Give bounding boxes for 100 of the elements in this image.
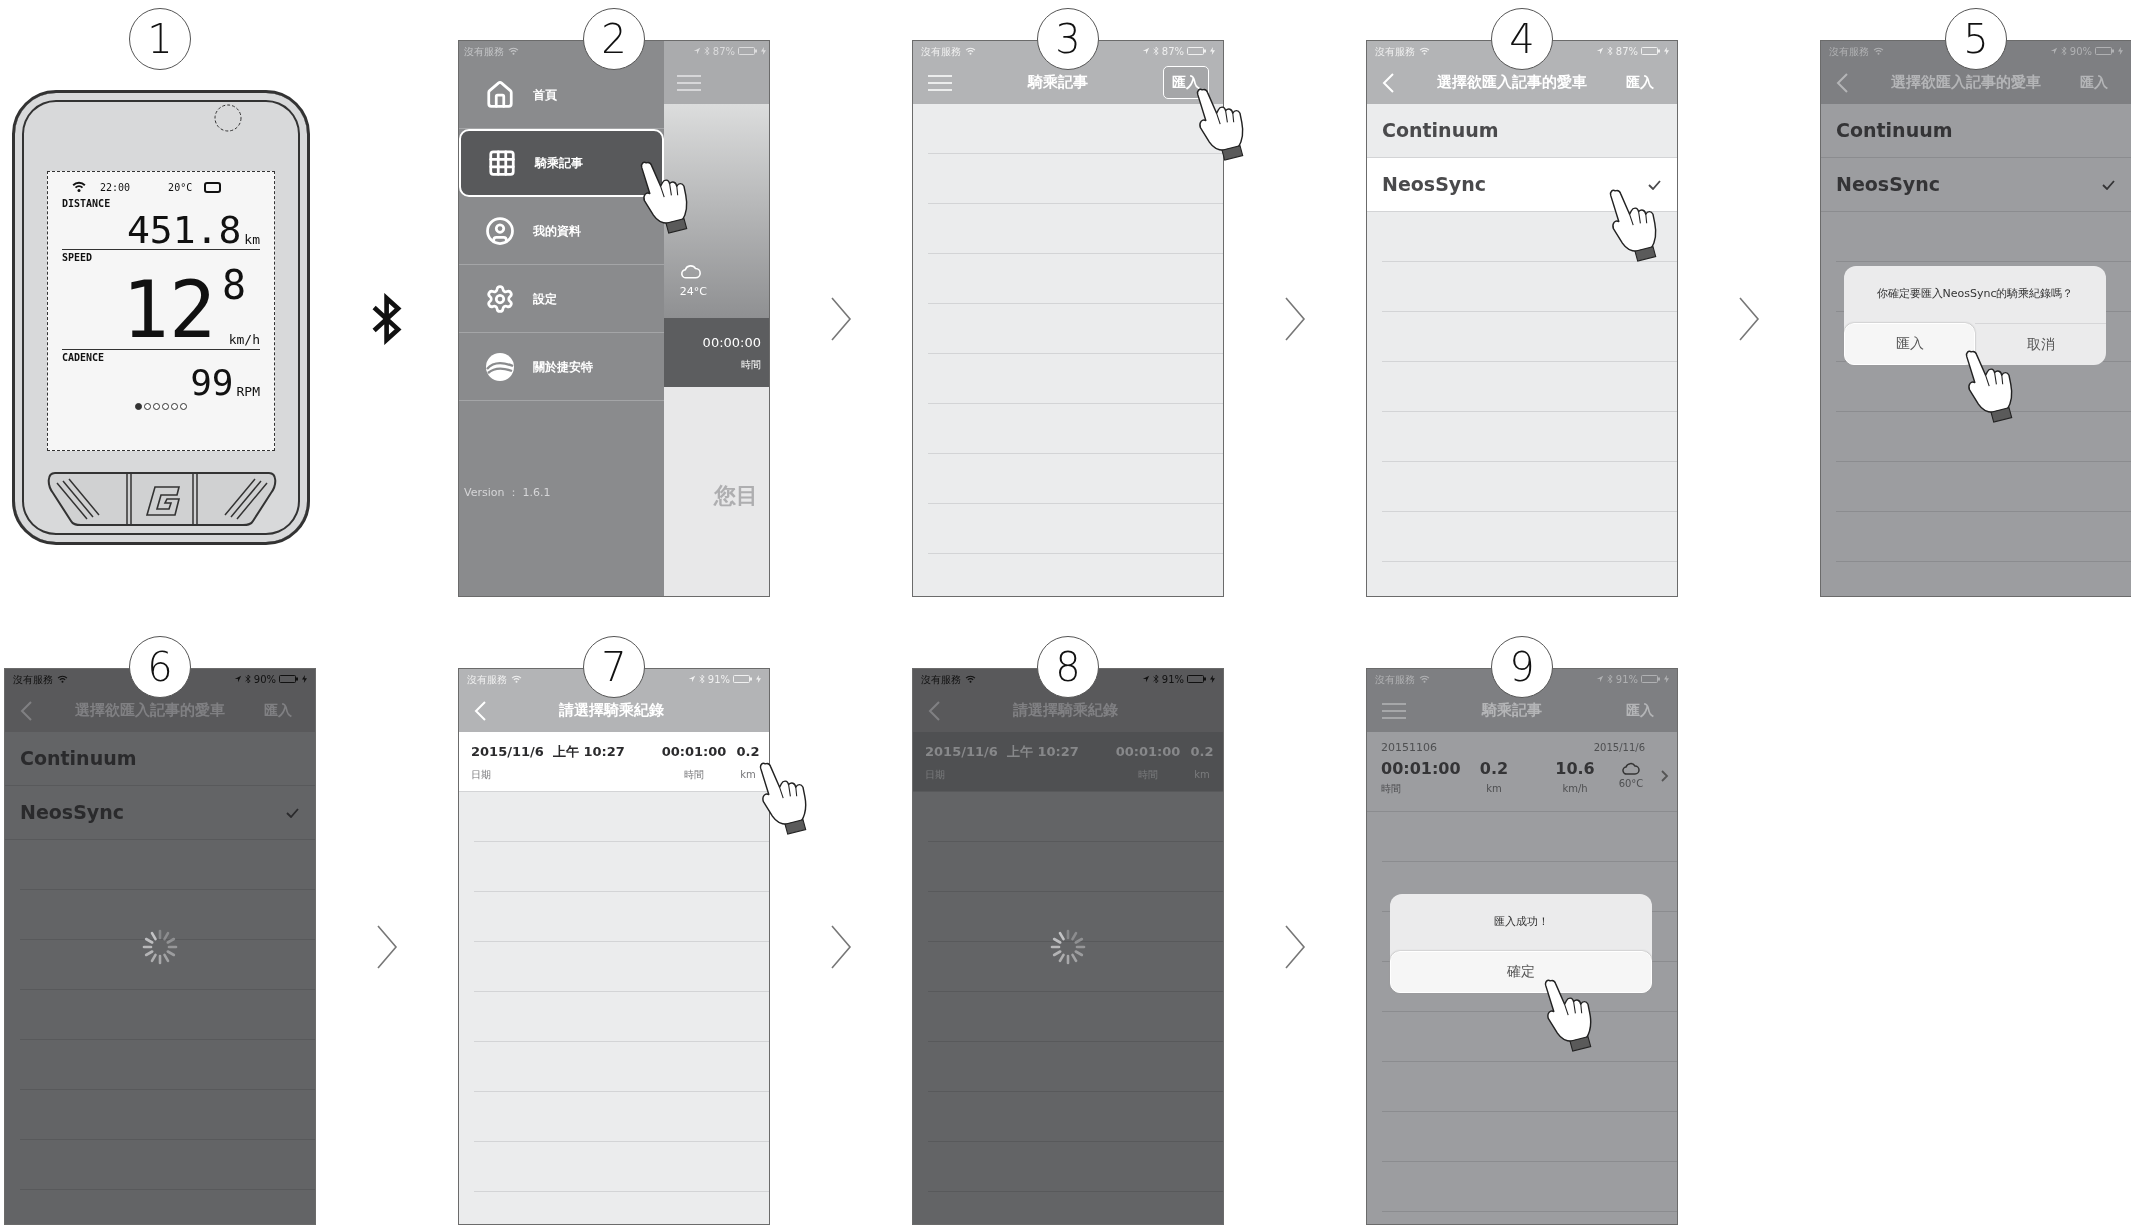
weather-temperature: 24°C — [679, 283, 707, 300]
speed-unit: km/h — [1562, 781, 1588, 796]
dialog-message: 你確定要匯入NeosSync的騎乘紀錄嗎？ — [1875, 286, 2075, 302]
speed-unit: km/h — [228, 330, 260, 349]
record-date: 2015/11/6 上午 10:27 — [471, 743, 625, 761]
import-button[interactable]: 匯入 — [1163, 66, 1209, 99]
wifi-icon — [511, 675, 522, 683]
battery-icon — [738, 47, 758, 55]
back-icon[interactable] — [1835, 71, 1849, 94]
menu-item[interactable]: 設定 — [459, 265, 664, 333]
carrier-text: 沒有服務 — [921, 672, 961, 687]
menu-item[interactable]: 關於捷安特 — [459, 333, 664, 401]
menu-icon[interactable] — [1381, 701, 1407, 720]
cloud-icon — [1622, 761, 1640, 776]
location-icon — [687, 675, 696, 683]
option-row[interactable]: NeosSync — [1821, 158, 2131, 212]
cadence-label: CADENCE — [62, 351, 106, 365]
bluetooth-icon — [1152, 46, 1159, 56]
menu-item-icon — [487, 148, 517, 178]
cadence-value: 99 — [190, 365, 234, 401]
charging-icon — [2118, 47, 2123, 55]
bluetooth-icon — [244, 674, 251, 684]
date-label: 日期 — [471, 767, 491, 782]
wifi-icon — [72, 181, 86, 193]
location-icon — [233, 675, 242, 683]
location-icon — [1141, 675, 1150, 683]
chevron-right-icon[interactable] — [1661, 770, 1669, 782]
charging-icon — [1664, 47, 1669, 55]
charging-icon — [302, 675, 307, 683]
record-distance: 0.2 — [1190, 743, 1214, 761]
option-row[interactable]: NeosSync — [5, 786, 315, 840]
charging-icon — [1210, 675, 1215, 683]
speed-label: SPEED — [62, 251, 94, 265]
step-number: 2 — [583, 8, 645, 70]
wifi-icon — [1873, 47, 1884, 55]
dialog-button[interactable]: 確定 — [1390, 950, 1652, 993]
record-duration: 00:01:00 — [661, 743, 727, 761]
step-number: 6 — [129, 636, 191, 698]
status-message: 您目 — [713, 483, 758, 508]
option-row[interactable]: Continuum — [1821, 104, 2131, 158]
charging-icon — [761, 47, 766, 55]
option-row[interactable]: Continuum — [5, 732, 315, 786]
wifi-icon — [508, 47, 519, 55]
wifi-icon — [57, 675, 68, 683]
ride-distance: 0.2 — [1479, 757, 1509, 780]
screen-title: 請選擇騎乘紀錄 — [557, 700, 665, 722]
back-icon[interactable] — [927, 699, 941, 722]
bluetooth-icon — [698, 674, 705, 684]
record-distance: 0.2 — [736, 743, 760, 761]
dialog-button[interactable]: 匯入 — [1844, 322, 1975, 365]
charging-icon — [756, 675, 761, 683]
battery-text: 91% — [1161, 672, 1184, 687]
step-number: 9 — [1491, 636, 1553, 698]
sensor-icon — [213, 103, 243, 133]
distance-unit: km — [1486, 781, 1502, 796]
charging-icon — [1664, 675, 1669, 683]
battery-icon — [1187, 675, 1207, 683]
menu-item-icon — [485, 215, 515, 246]
distance-value: 451.8 — [126, 211, 242, 249]
menu-item[interactable]: 騎乘記事 — [459, 129, 664, 197]
timer-label: 時間 — [741, 357, 761, 372]
checkmark-icon — [1648, 179, 1661, 190]
version-text: Version ： 1.6.1 — [463, 485, 552, 501]
battery-icon — [2095, 47, 2115, 55]
distance-unit: km — [740, 767, 756, 782]
wifi-icon — [965, 675, 976, 683]
bluetooth-icon — [1606, 46, 1613, 56]
dialog-button[interactable]: 取消 — [1975, 322, 2106, 365]
checkmark-icon — [2102, 179, 2115, 190]
bluetooth-icon — [703, 46, 710, 56]
speed-decimal: 8 — [221, 265, 246, 305]
ride-temperature: 60°C — [1618, 776, 1644, 791]
option-row[interactable]: NeosSync — [1367, 158, 1677, 212]
battery-icon — [1187, 47, 1207, 55]
import-button[interactable]: 匯入 — [1617, 66, 1663, 99]
record-row[interactable]: 2015/11/6 上午 10:27 日期 00:01:00 時間 0.2 km — [459, 732, 769, 792]
menu-item[interactable]: 我的資料 — [459, 197, 664, 265]
checkmark-icon — [286, 807, 299, 818]
menu-item-icon — [485, 283, 515, 314]
charging-icon — [1210, 47, 1215, 55]
location-icon — [1595, 675, 1604, 683]
duration-label: 時間 — [1381, 781, 1402, 796]
battery-icon — [279, 675, 299, 683]
ride-duration: 00:01:00 — [1381, 757, 1462, 780]
step-number: 1 — [129, 8, 191, 70]
distance-label: DISTANCE — [62, 197, 112, 211]
location-icon — [692, 47, 701, 55]
ride-summary-row[interactable]: 20151106 2015/11/6 00:01:00 時間 0.2 km 10.6 km/h 60°C — [1367, 732, 1677, 812]
step-number: 8 — [1037, 636, 1099, 698]
speed-value: 12 — [122, 271, 216, 349]
battery-icon — [1641, 675, 1661, 683]
ride-date: 2015/11/6 — [1593, 741, 1645, 755]
step-number: 7 — [583, 636, 645, 698]
dialog-message: 匯入成功！ — [1492, 914, 1550, 930]
carrier-text: 沒有服務 — [13, 672, 53, 687]
back-icon[interactable] — [19, 699, 33, 722]
bluetooth-icon — [1152, 674, 1159, 684]
duration-label: 時間 — [684, 767, 704, 782]
battery-text: 90% — [253, 672, 276, 687]
swirl-logo-icon — [485, 351, 515, 382]
